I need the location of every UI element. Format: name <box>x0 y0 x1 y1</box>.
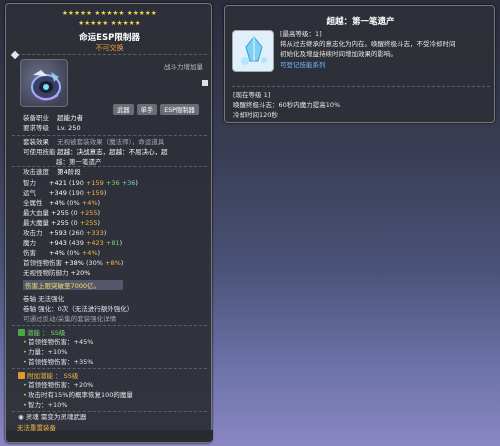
reset-note: 无法重置装备 <box>17 424 56 432</box>
star-force-row-1: ★★★★★ ★★★★★ ★★★★★ <box>62 9 157 17</box>
usable-skill-row: 可使用技能 超越：决战意志，超越：不屈决心，超 <box>23 148 168 156</box>
soul-row: ◉ 灵魂 需变为灵魂武器 <box>18 413 87 421</box>
skill-tooltip: 超越：第一笔遗产 [最高等级：1] 将从过去继承的意志化为内在。唤醒终极斗志，不… <box>224 5 495 123</box>
set-effect-row: 套装效果 无视被套装效果（魔法师），命运道具 <box>23 138 165 146</box>
divider <box>12 325 207 326</box>
damage-cap-banner: 伤害上限突破至7000亿。 <box>23 280 123 290</box>
combat-power-label: 战斗力增加量 <box>164 63 203 71</box>
skill-register-link[interactable]: 可登记技能系列 <box>280 62 326 69</box>
skill-current-effect: 唤醒终极斗志：60秒内魔力提高10% <box>233 101 341 109</box>
potential-line-1: •首领怪物伤害：+45% <box>23 338 94 346</box>
equip-job-row: 装备职业 超能力者 <box>23 114 84 122</box>
stat-row: 全属性 +4% (0% +4%) <box>23 199 101 207</box>
potential-line-3: •首领怪物伤害：+35% <box>23 358 94 366</box>
stat-row: 攻击力 +593 (260 +333) <box>23 229 107 237</box>
item-icon <box>20 59 68 107</box>
upgrade-row: 卷轴 强化：0次（无法进行额外强化） <box>23 305 134 313</box>
skill-icon <box>232 30 274 72</box>
stat-row: 伤害 +4% (0% +4%) <box>23 249 101 257</box>
soul-icon: ◉ <box>18 413 24 421</box>
stat-row: 最大魔量 +255 (0 +255) <box>23 219 101 227</box>
skill-cooldown: 冷却时间120秒 <box>233 111 278 119</box>
bonus-line-3: •智力：+10% <box>23 401 68 409</box>
skill-desc-2: 初始化及增益持续时间增加效果的影响。 <box>280 50 397 58</box>
skill-desc-1: 将从过去继承的意志化为内在。唤醒终极斗志，不受冷却时间 <box>280 40 456 48</box>
divider <box>12 411 207 412</box>
star-force-row-2: ★★★★★ ★★★★★ <box>78 19 141 27</box>
divider <box>12 135 207 136</box>
scroll-row: 卷轴 无法强化 <box>23 295 65 303</box>
skill-title: 超越：第一笔遗产 <box>326 17 395 27</box>
bonus-potential-icon <box>18 372 25 379</box>
legendary-potential-icon <box>18 329 25 336</box>
divider <box>12 166 207 167</box>
stat-row: 最大血量 +255 (0 +255) <box>23 209 101 217</box>
minus-icon <box>202 80 208 86</box>
potential-header: 潜能 ： SS级 <box>18 329 65 337</box>
potential-line-2: •力量：+10% <box>23 348 68 356</box>
item-tags: 武器 单手 ESP限制器 <box>113 104 199 115</box>
skill-current-level: [现在等级 1] <box>233 91 271 99</box>
skill-max-level: [最高等级：1] <box>280 30 322 38</box>
enhance-note: 可通过反动/采集的套装强化详情 <box>23 315 117 323</box>
esp-limiter-icon <box>31 70 61 101</box>
stat-row: 魔力 +943 (439 +423 +81) <box>23 239 123 247</box>
tag-weapon: 武器 <box>113 104 134 115</box>
divider <box>12 54 207 55</box>
bonus-line-1: •首领怪物伤害：+20% <box>23 381 94 389</box>
stat-row: 运气 +349 (190 +159) <box>23 189 107 197</box>
stat-row: 无视怪物防御力 +20% <box>23 269 91 277</box>
item-trade-status: 不可交换 <box>95 44 124 52</box>
item-name: 命运ESP限制器 <box>79 33 140 43</box>
crystal-skill-icon <box>235 33 273 71</box>
divider <box>12 368 207 369</box>
bonus-potential-header: 附加潜能 ： SS级 <box>18 372 78 380</box>
divider <box>232 86 490 87</box>
tag-esp-limiter: ESP限制器 <box>160 104 199 115</box>
req-level-row: 要求等级 Lv. 250 <box>23 124 81 132</box>
usable-skill-row-2: 越：第一笔遗产 <box>56 158 102 166</box>
tag-one-handed: 单手 <box>136 104 158 115</box>
stat-row: 智力 +421 (190 +159 +36 +36) <box>23 179 138 187</box>
bonus-line-2: •攻击时有15%的概率恢复100的魔量 <box>23 391 133 399</box>
stat-row: 首领怪物伤害 +38% (30% +8%) <box>23 259 124 267</box>
item-tooltip: ★★★★★ ★★★★★ ★★★★★ ★★★★★ ★★★★★ 命运ESP限制器 不… <box>5 3 213 443</box>
attack-speed-row: 攻击速度 第4阶段 <box>23 168 81 176</box>
